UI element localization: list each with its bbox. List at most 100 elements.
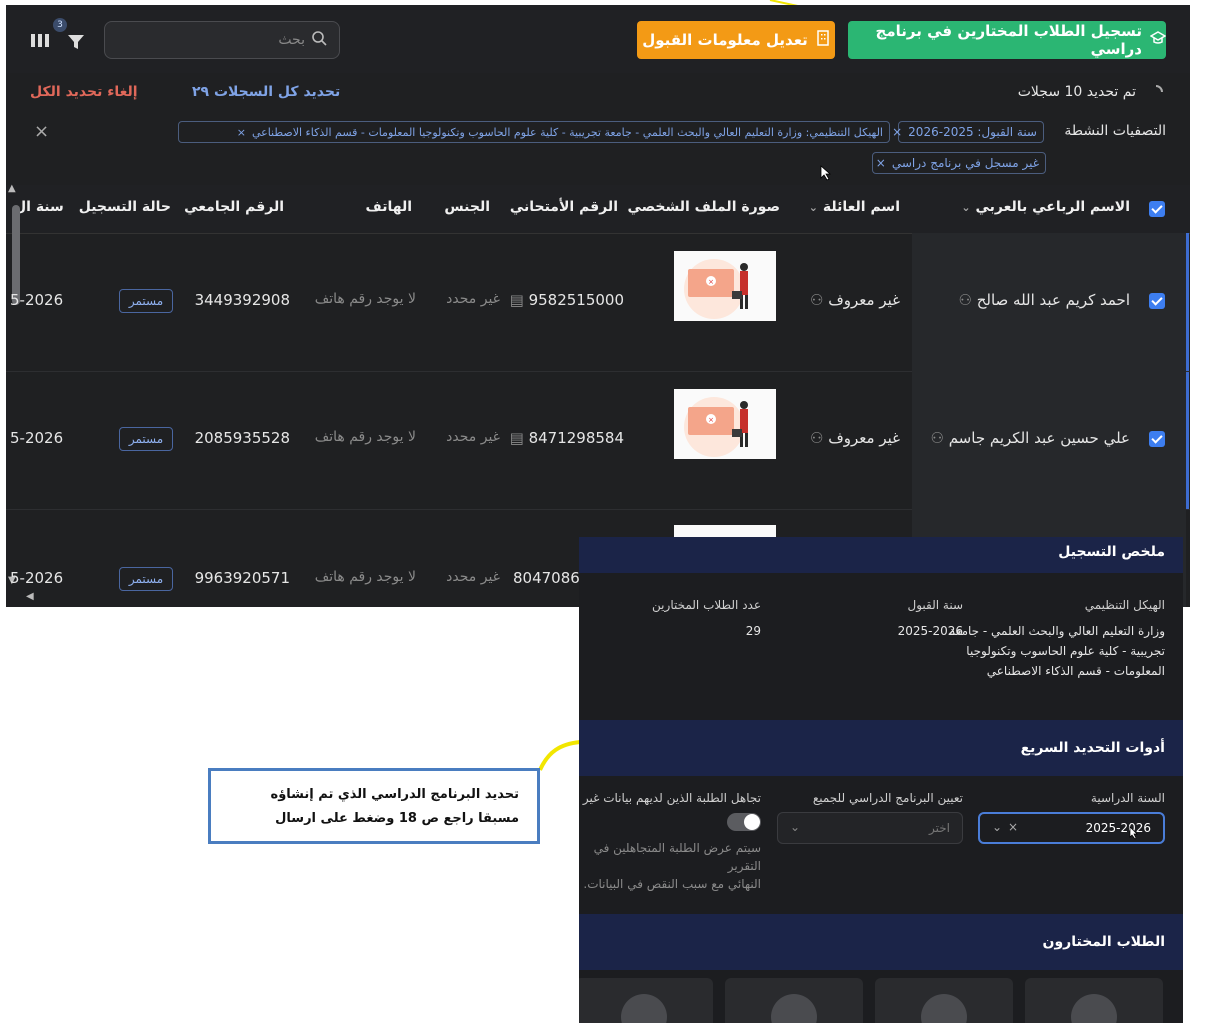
filter-count-badge: 3 <box>53 18 67 32</box>
callout-line-2: مسبقا راجع ص 18 وضغط على ارسال <box>275 811 519 826</box>
col-header-exam-number: الرقم الأمتحاني <box>509 199 618 215</box>
selected-count-text: تم تحديد 10 سجلات <box>1017 84 1136 100</box>
row-checkbox[interactable] <box>1149 293 1165 309</box>
university-number: 2085935528 <box>194 429 290 447</box>
summary-header: ملخص التسجيل <box>579 537 1183 573</box>
program-select[interactable]: اختر ⌄ <box>777 812 963 844</box>
col-header-year: سنة ال <box>14 199 64 215</box>
col-header-status: حالة التسجيل <box>78 199 171 215</box>
chevron-down-icon[interactable]: ⌄ <box>790 820 800 834</box>
table-row[interactable]: احمد كريم عبد الله صالح ⚇ غير معروف ⚇ × … <box>6 233 1190 372</box>
active-filters-label: التصفيات النشطة <box>1064 123 1166 139</box>
year-value: 5-2026 <box>10 291 64 309</box>
admission-year-value: 2025-2026 <box>897 624 963 638</box>
mouse-cursor-icon <box>820 165 832 181</box>
student-name: احمد كريم عبد الله صالح ⚇ <box>958 291 1130 309</box>
chevron-down-icon[interactable]: ⌄ <box>992 820 1002 834</box>
student-card[interactable] <box>875 978 1013 1023</box>
year-value: 5-2026 <box>10 569 64 587</box>
university-number: 9963920571 <box>194 569 290 587</box>
status-badge: مستمر <box>119 427 173 451</box>
exam-number: 9582515000 ▤ <box>509 291 624 309</box>
academic-year-label: السنة الدراسية <box>1090 791 1165 805</box>
col-header-family[interactable]: اسم العائلة ⌄ <box>809 199 900 215</box>
academic-year-value: 2025-2026 <box>1085 821 1151 835</box>
active-filters-bar: التصفيات النشطة سنة القبول: 2025-2026 × … <box>6 113 1190 186</box>
building-icon <box>816 30 830 50</box>
ignore-incomplete-toggle[interactable] <box>727 813 761 831</box>
quick-tools-header: أدوات التحديد السريع <box>579 720 1183 776</box>
clear-filters-close-icon[interactable]: × <box>34 121 49 142</box>
col-header-university-number: الرقم الجامعي <box>184 199 284 215</box>
phone-value: لا يوجد رقم هاتف <box>314 291 416 307</box>
profile-photo-placeholder: × <box>674 251 776 321</box>
svg-text:×: × <box>708 278 714 286</box>
close-icon[interactable]: × <box>892 125 902 139</box>
filter-chip-unregistered[interactable]: غير مسجل في برنامج دراسي × <box>872 152 1046 174</box>
search-icon <box>311 30 327 50</box>
filter-chip-org-label: الهيكل التنظيمي: وزارة التعليم العالي وا… <box>251 125 883 139</box>
org-label: الهيكل التنظيمي <box>1084 598 1165 612</box>
toggle-knob <box>744 814 760 830</box>
edit-admission-button[interactable]: تعديل معلومات القبول <box>637 21 835 59</box>
status-badge: مستمر <box>119 567 173 591</box>
filter-icon[interactable] <box>67 33 85 51</box>
student-card[interactable] <box>725 978 863 1023</box>
col-header-phone: الهاتف <box>365 199 412 215</box>
family-name: غير معروف ⚇ <box>810 429 900 447</box>
status-badge: مستمر <box>119 289 173 313</box>
clear-icon[interactable]: × <box>1008 820 1018 834</box>
selected-count-value: 29 <box>745 624 761 638</box>
select-all-link[interactable]: تحديد كل السجلات ٢٩ <box>192 84 340 100</box>
university-number: 3449392908 <box>194 291 290 309</box>
avatar <box>921 994 967 1023</box>
avatar <box>771 994 817 1023</box>
columns-icon[interactable] <box>30 31 50 49</box>
gender-value: غير محدد <box>446 429 500 445</box>
gender-value: غير محدد <box>446 569 500 585</box>
registration-panel: ملخص التسجيل الهيكل التنظيمي وزارة التعل… <box>579 537 1183 1023</box>
col-header-gender: الجنس <box>444 199 490 215</box>
row-checkbox[interactable] <box>1149 431 1165 447</box>
admission-year-label: سنة القبول <box>907 598 963 612</box>
close-icon[interactable]: × <box>237 126 246 139</box>
table-row[interactable]: علي حسين عبد الكريم جاسم ⚇ غير معروف ⚇ ×… <box>6 371 1190 510</box>
filter-chip-year-label: سنة القبول: 2025-2026 <box>908 125 1037 139</box>
selected-count-label: عدد الطلاب المختارين <box>652 598 761 612</box>
instruction-callout: تحديد البرنامج الدراسي الذي تم إنشاؤه مس… <box>208 768 540 844</box>
phone-value: لا يوجد رقم هاتف <box>314 569 416 585</box>
graduation-cap-icon <box>1149 31 1167 49</box>
search-input[interactable]: بحث <box>104 21 340 59</box>
loading-spinner-icon <box>1155 85 1163 93</box>
top-toolbar: تسجيل الطلاب المختارين في برنامج دراسي ت… <box>6 5 1190 73</box>
search-placeholder: بحث <box>278 32 305 48</box>
selection-bar: تم تحديد 10 سجلات تحديد كل السجلات ٢٩ إل… <box>6 73 1190 114</box>
filter-chip-unregistered-label: غير مسجل في برنامج دراسي <box>891 156 1039 170</box>
col-header-photo: صورة الملف الشخصي <box>627 199 780 215</box>
edit-admission-label: تعديل معلومات القبول <box>642 31 808 49</box>
program-placeholder: اختر <box>929 821 950 835</box>
avatar <box>1071 994 1117 1023</box>
filter-chip-org[interactable]: الهيكل التنظيمي: وزارة التعليم العالي وا… <box>178 121 890 143</box>
register-students-label: تسجيل الطلاب المختارين في برنامج دراسي <box>875 22 1142 58</box>
gender-value: غير محدد <box>446 291 500 307</box>
avatar <box>621 994 667 1023</box>
register-students-button[interactable]: تسجيل الطلاب المختارين في برنامج دراسي <box>848 21 1167 59</box>
close-icon[interactable]: × <box>876 156 886 170</box>
clear-selection-link[interactable]: إلغاء تحديد الكل <box>30 84 138 100</box>
ignore-note: سيتم عرض الطلبة المتجاهلين في التقرير الن… <box>583 841 761 891</box>
profile-photo-placeholder: × <box>674 389 776 459</box>
year-value: 5-2026 <box>10 429 64 447</box>
filter-chip-year[interactable]: سنة القبول: 2025-2026 × <box>892 121 1044 143</box>
student-name: علي حسين عبد الكريم جاسم ⚇ <box>930 429 1130 447</box>
ignore-incomplete-label: تجاهل الطلبة الذين لديهم بيانات غير مكتم… <box>579 791 761 805</box>
selected-students-header: الطلاب المختارون <box>579 914 1183 970</box>
student-card[interactable] <box>1025 978 1163 1023</box>
family-name: غير معروف ⚇ <box>810 291 900 309</box>
col-header-name[interactable]: الاسم الرباعي بالعربي ⌄ <box>961 199 1130 215</box>
select-all-checkbox[interactable] <box>1149 201 1165 217</box>
scroll-up-icon[interactable]: ▲ <box>8 183 16 194</box>
student-card[interactable] <box>579 978 713 1023</box>
svg-text:×: × <box>708 416 714 424</box>
app-window: تسجيل الطلاب المختارين في برنامج دراسي ت… <box>6 5 1190 607</box>
